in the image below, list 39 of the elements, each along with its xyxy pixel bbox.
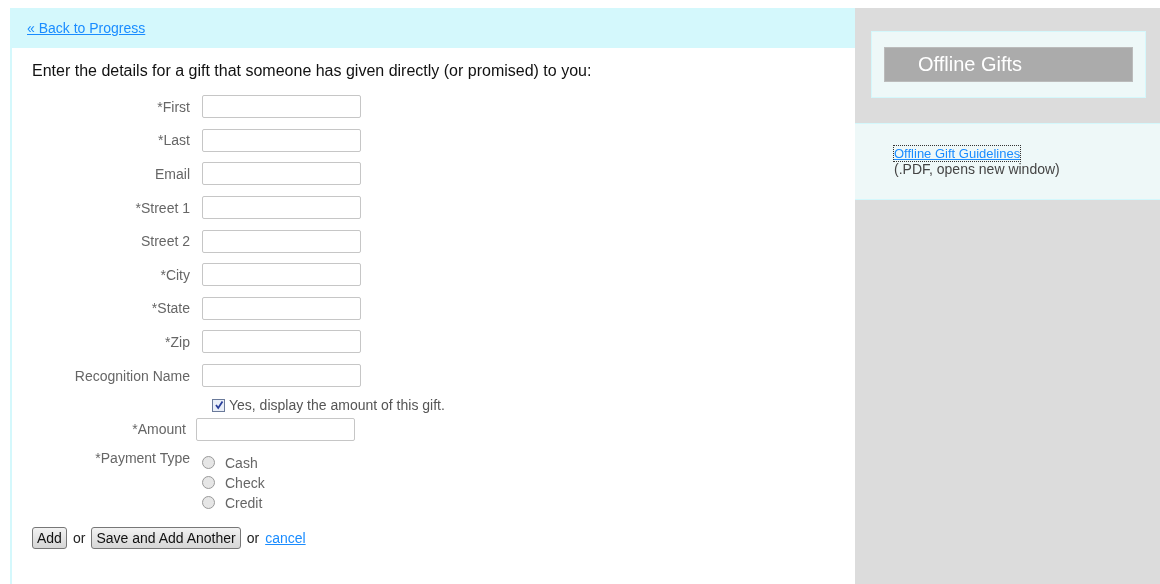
input-field[interactable] bbox=[202, 229, 361, 253]
add-button[interactable]: Add bbox=[32, 526, 67, 549]
checkbox[interactable] bbox=[212, 398, 225, 412]
field-label: *Amount bbox=[131, 421, 187, 438]
save-and-add-another-button[interactable]: Save and Add Another bbox=[91, 526, 241, 549]
input-field[interactable] bbox=[202, 364, 361, 388]
radio-label: Check bbox=[225, 474, 265, 491]
input-field[interactable] bbox=[202, 196, 361, 220]
field-label: Email bbox=[154, 166, 191, 182]
radio-label: Credit bbox=[225, 494, 263, 511]
field-label: Recognition Name bbox=[73, 367, 191, 384]
amount-field[interactable] bbox=[196, 417, 355, 441]
field-label: *First bbox=[156, 98, 191, 115]
input-field[interactable] bbox=[202, 162, 361, 186]
field-label: *Street 1 bbox=[134, 199, 191, 216]
field-label: *Payment Type bbox=[94, 449, 191, 466]
input-field[interactable] bbox=[202, 95, 361, 119]
or-text: or bbox=[246, 529, 260, 546]
input-field[interactable] bbox=[202, 296, 361, 320]
field-label: *Last bbox=[157, 132, 191, 149]
field-label: *Zip bbox=[164, 333, 191, 350]
radio-label: Cash bbox=[225, 454, 258, 471]
field-label: *City bbox=[159, 266, 191, 283]
radio-button[interactable] bbox=[202, 456, 215, 470]
input-field[interactable] bbox=[202, 263, 361, 287]
radio-button[interactable] bbox=[202, 476, 215, 490]
or-text: or bbox=[72, 529, 86, 546]
field-label: *State bbox=[150, 300, 191, 317]
input-field[interactable] bbox=[202, 330, 361, 354]
sidebar-title: Offline Gifts bbox=[884, 47, 1133, 82]
back-link[interactable]: « Back to Progress bbox=[27, 20, 146, 36]
guidelines-link[interactable]: Offline Gift Guidelines bbox=[894, 146, 1021, 161]
field-label: Street 2 bbox=[139, 233, 191, 250]
link-note: (.PDF, opens new window) bbox=[894, 161, 1060, 177]
input-field[interactable] bbox=[202, 128, 361, 152]
intro-text: Enter the details for a gift that someone has given directly (or promised) to you: bbox=[32, 62, 593, 80]
checkbox-label: Yes, display the amount of this gift. bbox=[229, 397, 445, 414]
radio-button[interactable] bbox=[202, 496, 215, 510]
cancel-link[interactable]: cancel bbox=[265, 529, 306, 546]
